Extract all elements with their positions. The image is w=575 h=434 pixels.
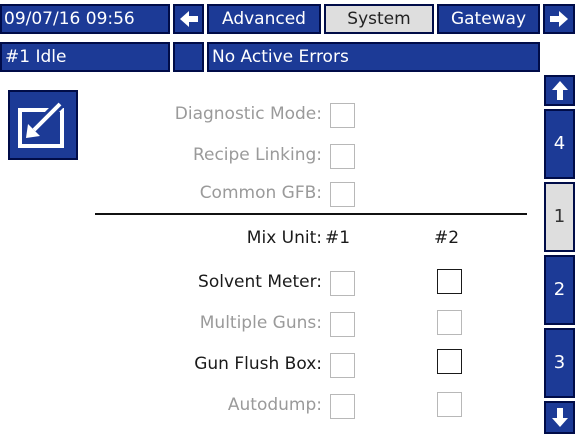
- autodump-unit2-checkbox[interactable]: [437, 392, 462, 417]
- edit-button[interactable]: [8, 90, 78, 160]
- side-tab-4[interactable]: 4: [544, 109, 575, 179]
- tab-system[interactable]: System: [324, 4, 434, 34]
- side-tab-2[interactable]: 2: [544, 255, 575, 325]
- side-tab-3[interactable]: 3: [544, 328, 575, 398]
- arrow-down-icon: [551, 408, 568, 427]
- multiple-guns-unit2-checkbox[interactable]: [437, 310, 462, 335]
- edit-icon: [18, 100, 64, 148]
- top-bar: 09/07/16 09:56 Advanced System Gateway: [0, 0, 575, 38]
- next-screen-button[interactable]: [543, 4, 575, 34]
- mix-unit-label: Mix Unit:: [246, 228, 322, 248]
- solvent-meter-unit1-checkbox[interactable]: [330, 271, 355, 296]
- mix-unit-2-header: #2: [434, 228, 460, 248]
- side-tab-1[interactable]: 1: [544, 182, 575, 252]
- multiple-guns-unit1-checkbox[interactable]: [330, 312, 355, 337]
- arrow-up-icon: [551, 81, 568, 100]
- multiple-guns-label: Multiple Guns:: [199, 313, 322, 333]
- solvent-meter-unit2-checkbox[interactable]: [437, 269, 462, 294]
- recipe-linking-label: Recipe Linking:: [192, 145, 322, 165]
- section-divider: [95, 213, 527, 215]
- autodump-label: Autodump:: [227, 395, 322, 415]
- error-status: No Active Errors: [207, 42, 540, 72]
- arrow-left-icon: [179, 11, 198, 27]
- common-gfb-checkbox[interactable]: [330, 182, 355, 207]
- gun-flush-box-unit1-checkbox[interactable]: [330, 353, 355, 378]
- common-gfb-label: Common GFB:: [199, 183, 322, 203]
- solvent-meter-label: Solvent Meter:: [198, 272, 322, 292]
- datetime-display: 09/07/16 09:56: [0, 4, 170, 34]
- tab-gateway[interactable]: Gateway: [437, 4, 540, 34]
- recipe-linking-checkbox[interactable]: [330, 144, 355, 169]
- scroll-up-button[interactable]: [544, 75, 575, 106]
- gun-flush-box-label: Gun Flush Box:: [194, 354, 322, 374]
- unit-status: #1 Idle: [0, 42, 170, 72]
- diagnostic-mode-checkbox[interactable]: [330, 103, 355, 128]
- diagnostic-mode-label: Diagnostic Mode:: [174, 104, 322, 124]
- gun-flush-box-unit2-checkbox[interactable]: [437, 349, 462, 374]
- autodump-unit1-checkbox[interactable]: [330, 394, 355, 419]
- status-blank: [173, 42, 204, 72]
- prev-screen-button[interactable]: [173, 4, 204, 34]
- tab-advanced[interactable]: Advanced: [207, 4, 321, 34]
- arrow-right-icon: [550, 11, 568, 27]
- scroll-down-button[interactable]: [544, 401, 575, 434]
- mix-unit-1-header: #1: [325, 228, 351, 248]
